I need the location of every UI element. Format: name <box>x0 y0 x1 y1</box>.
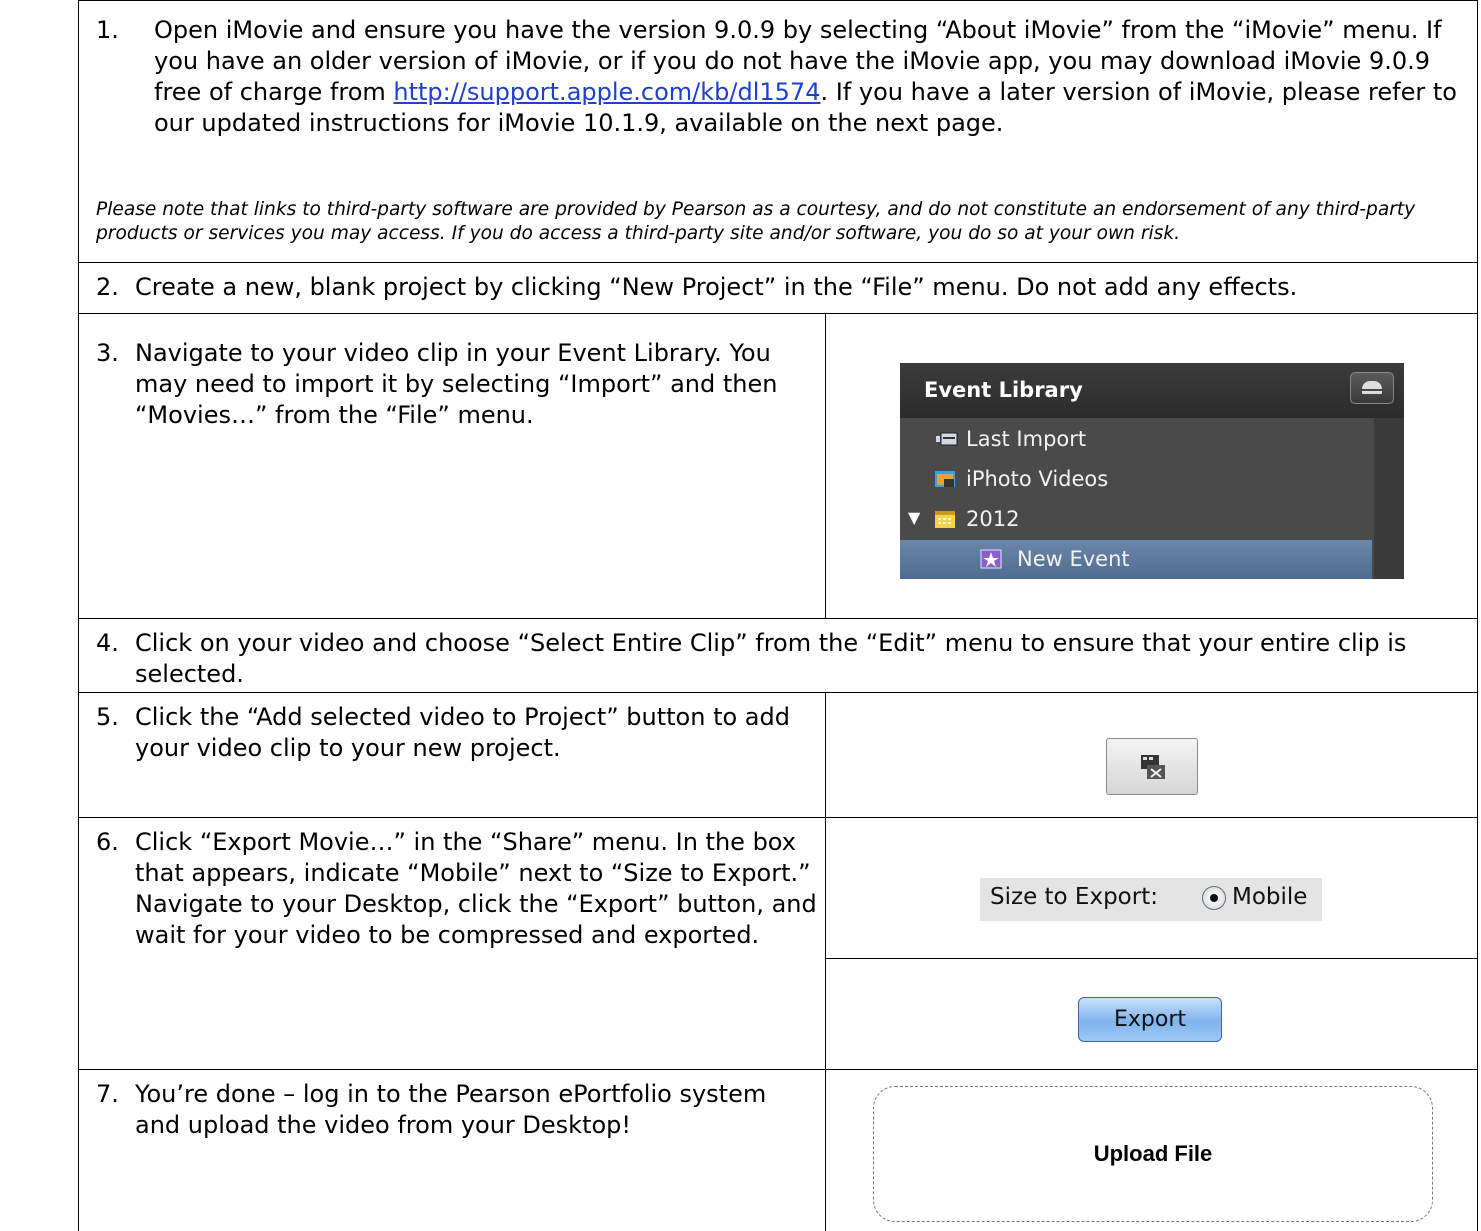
row-divider <box>78 618 1478 619</box>
add-video-icon <box>1141 755 1165 779</box>
step-text: Click “Export Movie…” in the “Share” men… <box>135 828 817 949</box>
row-divider <box>78 817 1478 818</box>
third-party-note: Please note that links to third-party so… <box>96 199 1416 244</box>
event-library-scrollbar[interactable] <box>1374 418 1404 579</box>
step-text: Click on your video and choose “Select E… <box>135 629 1407 688</box>
row-divider <box>78 1069 1478 1070</box>
star-event-icon <box>980 549 1002 569</box>
mobile-option-label: Mobile <box>1232 884 1308 910</box>
upload-file-button[interactable]: Upload File <box>873 1086 1433 1222</box>
event-library-label: Last Import <box>966 427 1087 451</box>
table-border-left <box>78 0 79 1231</box>
table-border-right <box>1477 0 1478 1231</box>
step-number: 5. <box>96 703 119 731</box>
event-library-item[interactable]: ▼ 2012 <box>900 500 1372 540</box>
step-number: 6. <box>96 828 119 856</box>
event-library-panel: Event Library Last Import iPhoto Videos … <box>900 363 1404 579</box>
column-divider <box>825 313 826 618</box>
iphoto-icon <box>935 471 955 487</box>
table-border-top <box>78 0 1478 1</box>
event-library-item-selected[interactable]: New Event <box>900 540 1372 579</box>
step-text: Click the “Add selected video to Project… <box>135 703 790 762</box>
eject-icon[interactable] <box>1350 372 1394 404</box>
import-icon <box>936 432 958 446</box>
event-library-label: iPhoto Videos <box>966 467 1109 491</box>
disclosure-triangle-icon[interactable]: ▼ <box>908 508 920 527</box>
row-divider <box>78 313 1478 314</box>
step-text: Navigate to your video clip in your Even… <box>135 339 778 429</box>
event-library-label: 2012 <box>966 507 1020 531</box>
radio-dot <box>1210 894 1218 902</box>
step-number: 2. <box>96 273 119 301</box>
step-number: 3. <box>96 339 119 367</box>
eject-arrow <box>1362 381 1382 389</box>
step-text: You’re done – log in to the Pearson ePor… <box>135 1080 767 1139</box>
row-divider <box>78 692 1478 693</box>
size-to-export-label: Size to Export: <box>990 884 1158 910</box>
add-selected-video-button[interactable] <box>1106 738 1198 795</box>
step-text: Open iMovie and ensure you have the vers… <box>154 15 1474 139</box>
step-number: 1. <box>96 16 119 44</box>
export-button[interactable]: Export <box>1078 997 1222 1042</box>
column-divider <box>825 692 826 1231</box>
event-library-item[interactable]: Last Import <box>900 420 1372 460</box>
event-library-label: New Event <box>1017 547 1130 571</box>
step-text: Create a new, blank project by clicking … <box>135 273 1298 301</box>
step-number: 7. <box>96 1080 119 1108</box>
eject-bar <box>1362 391 1382 394</box>
event-library-title: Event Library <box>924 378 1083 402</box>
mobile-radio[interactable] <box>1202 886 1226 910</box>
size-to-export-control: Size to Export: Mobile <box>980 878 1322 921</box>
row-divider <box>826 958 1478 959</box>
row-divider <box>78 262 1478 263</box>
event-library-header: Event Library <box>900 363 1404 418</box>
event-library-item[interactable]: iPhoto Videos <box>900 460 1372 500</box>
calendar-icon <box>935 511 955 528</box>
step-number: 4. <box>96 629 119 657</box>
apple-support-link[interactable]: http://support.apple.com/kb/dl1574 <box>393 78 820 106</box>
